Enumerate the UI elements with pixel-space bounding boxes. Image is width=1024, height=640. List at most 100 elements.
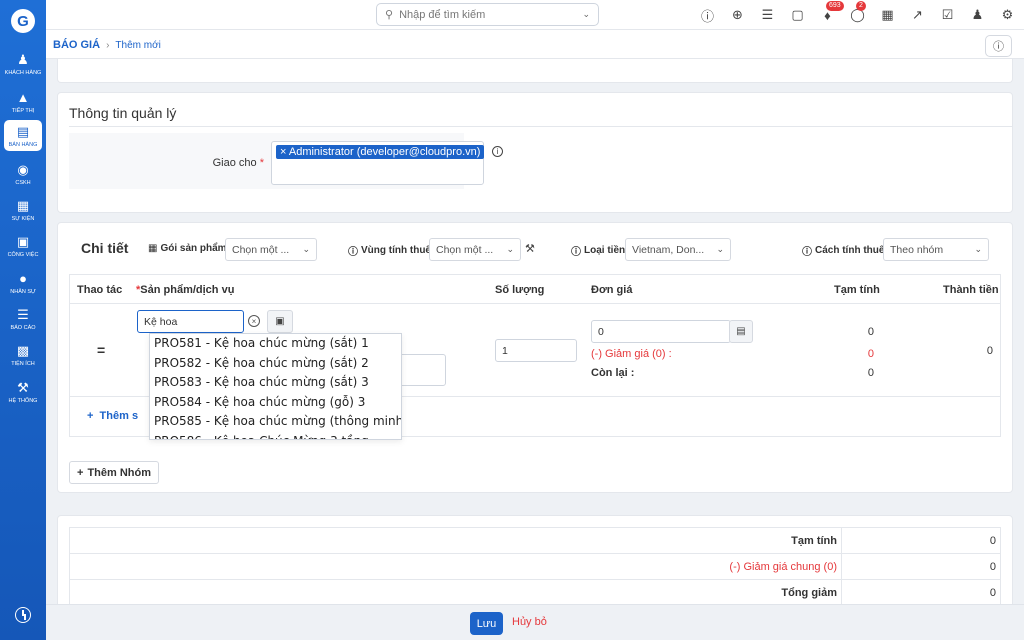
previous-section-card <box>57 59 1013 83</box>
sidebar-item-cskh[interactable]: ◉ CSKH <box>0 161 46 187</box>
discount-label[interactable]: (-) Giảm giá (0) : <box>591 348 672 360</box>
wrench-icon[interactable]: ⚒ <box>525 242 535 255</box>
summary-row: Tạm tính 0 <box>70 528 1000 554</box>
wrench-icon: ⚒ <box>17 379 29 395</box>
search-placeholder: Nhập để tìm kiếm <box>399 8 486 21</box>
assignee-multiselect[interactable]: × Administrator (developer@cloudpro.vn) <box>271 141 485 185</box>
task-icon[interactable]: ▢ <box>789 7 806 24</box>
chevron-down-icon: ⌄ <box>506 244 514 254</box>
section-title: Chi tiết <box>81 240 129 256</box>
col-total: Thành tiền <box>943 284 999 296</box>
info-icon[interactable]: ⓘ <box>699 7 716 24</box>
remaining-value: 0 <box>867 367 874 379</box>
manage-info-card: Thông tin quản lý Giao cho * × Administr… <box>57 92 1013 213</box>
suggestion-item[interactable]: PRO584 - Kệ hoa chúc mừng (gỗ) 3 <box>150 393 401 413</box>
toolbox-icon: ▩ <box>16 342 30 358</box>
user-icon[interactable]: ♟ <box>969 7 986 24</box>
sidebar-item-label: NHÂN SỰ <box>10 289 36 295</box>
breadcrumb-current: Thêm mới <box>115 39 161 51</box>
sidebar-item-tasks[interactable]: ▣ CÔNG VIỆC <box>0 233 46 259</box>
question-icon: ⓘ <box>993 41 1004 53</box>
qty-input[interactable]: 1 <box>495 339 577 362</box>
discount-value: 0 <box>867 348 874 360</box>
price-book-button[interactable]: ▤ <box>729 320 753 343</box>
col-qty: Số lượng <box>495 284 545 296</box>
sidebar-item-reports[interactable]: ☰ BÁO CÁO <box>0 306 46 332</box>
info-icon: ⓘ <box>802 247 812 258</box>
breadcrumb-root[interactable]: BÁO GIÁ <box>53 39 100 51</box>
add-group-button[interactable]: + Thêm Nhóm <box>69 461 159 484</box>
line-items-table: Thao tác *Sản phẩm/dịch vụ Số lượng Đơn … <box>69 274 1001 440</box>
drag-handle-icon[interactable]: = <box>97 342 105 358</box>
chat-icon[interactable]: ◯ 2 <box>849 0 866 24</box>
chevron-down-icon: ⌄ <box>974 244 982 254</box>
detail-card: Chi tiết ▦ Gói sản phẩm Chọn một ... ⌄ ⓘ Vù… <box>57 222 1013 493</box>
plus-icon: + <box>77 466 84 479</box>
suggestion-item[interactable]: PRO583 - Kệ hoa chúc mừng (sắt) 3 <box>150 373 401 393</box>
chat-badge: 2 <box>856 0 866 11</box>
sidebar: G ♟ KHÁCH HÀNG ▲ TIẾP THỊ ▤ BÁN HÀNG ◉ CSKH … <box>0 0 46 640</box>
assignee-tag[interactable]: × Administrator (developer@cloudpro.vn) <box>276 145 485 159</box>
calendar-icon: ▦ <box>16 197 30 213</box>
sidebar-item-label: BÁO CÁO <box>10 325 36 331</box>
notification-icon[interactable]: ♦ 693 <box>819 0 844 24</box>
general-discount-link[interactable]: (-) Giảm giá chung (0) <box>729 561 837 573</box>
chart-icon[interactable]: ↗ <box>909 7 926 24</box>
settings-icon[interactable]: ⚙ <box>999 7 1016 24</box>
lifebuoy-icon: ◉ <box>17 161 29 177</box>
unit-price-input[interactable]: 0 <box>591 320 731 343</box>
assign-field-group: Giao cho * × Administrator (developer@cl… <box>69 133 503 189</box>
clear-icon[interactable]: × <box>248 315 260 327</box>
list-icon[interactable]: ☰ <box>759 7 776 24</box>
cancel-button[interactable]: Hủy bỏ <box>512 616 547 628</box>
summary-row: (-) Giảm giá chung (0) 0 <box>70 554 1000 580</box>
info-icon[interactable]: i <box>492 146 503 157</box>
suggestion-item[interactable]: PRO585 - Kệ hoa chúc mừng (thông minh) <box>150 412 401 432</box>
sidebar-item-label: CSKH <box>15 180 31 186</box>
product-suggestion-dropdown: PRO581 - Kệ hoa chúc mừng (sắt) 1 PRO582… <box>149 333 402 440</box>
sidebar-item-utilities[interactable]: ▩ TIỆN ÍCH <box>0 342 46 368</box>
currency-select[interactable]: Vietnam, Don... ⌄ <box>625 238 731 261</box>
save-button[interactable]: Lưu <box>470 612 503 635</box>
sidebar-item-label: KHÁCH HÀNG <box>4 70 42 76</box>
package-select[interactable]: Chọn một ... ⌄ <box>225 238 317 261</box>
sidebar-item-events[interactable]: ▦ SỰ KIỆN <box>0 197 46 223</box>
col-subtotal: Tạm tính <box>834 284 880 296</box>
sidebar-item-hr[interactable]: ● NHÂN SỰ <box>0 270 46 296</box>
sidebar-item-customers[interactable]: ♟ KHÁCH HÀNG <box>0 51 46 77</box>
assign-label: Giao cho * <box>212 157 264 169</box>
sidebar-item-system[interactable]: ⚒ HỆ THỐNG <box>0 379 46 405</box>
megaphone-icon: ▲ <box>16 89 30 105</box>
product-picker-button[interactable]: ▣ <box>267 310 293 333</box>
sidebar-item-sales[interactable]: ▤ BÁN HÀNG <box>4 120 42 151</box>
divider <box>69 126 1012 127</box>
subtotal-value: 0 <box>867 326 874 338</box>
breadcrumb-bar: BÁO GIÁ › Thêm mới ⓘ <box>46 30 1024 59</box>
add-product-button[interactable]: + Thêm s <box>87 410 138 422</box>
sidebar-item-label: BÁN HÀNG <box>8 142 38 148</box>
app-logo[interactable]: G <box>11 9 35 33</box>
top-bar: ⚲ Nhập để tìm kiếm ⌄ ⓘ ⊕ ☰ ▢ ♦ 693 ◯ 2 ▦ ↗… <box>46 0 1024 30</box>
breadcrumb: BÁO GIÁ › Thêm mới <box>53 39 161 51</box>
calendar-icon[interactable]: ▦ <box>879 7 896 24</box>
col-product: *Sản phẩm/dịch vụ <box>136 284 235 296</box>
assignee-tag-label: Administrator (developer@cloudpro.vn) <box>288 146 481 158</box>
global-search[interactable]: ⚲ Nhập để tìm kiếm ⌄ <box>376 3 599 26</box>
chevron-down-icon: ⌄ <box>582 9 590 19</box>
checkbox-icon[interactable]: ☑ <box>939 7 956 24</box>
summary-card: Tạm tính 0 (-) Giảm giá chung (0) 0 Tổng g… <box>57 515 1013 617</box>
chevron-down-icon: ⌄ <box>716 244 724 254</box>
tax-region-select[interactable]: Chọn một ... ⌄ <box>429 238 521 261</box>
sidebar-item-marketing[interactable]: ▲ TIẾP THỊ <box>0 89 46 115</box>
suggestion-item[interactable]: PRO582 - Kệ hoa chúc mừng (sắt) 2 <box>150 354 401 374</box>
product-search-input[interactable]: Kệ hoa <box>137 310 244 333</box>
filter-label-package: ▦ Gói sản phẩm <box>148 243 227 254</box>
help-button[interactable]: ⓘ <box>985 35 1012 57</box>
suggestion-item[interactable]: PRO581 - Kệ hoa chúc mừng (sắt) 1 <box>150 334 401 354</box>
add-icon[interactable]: ⊕ <box>729 7 746 24</box>
filter-label-currency: ⓘ Loại tiền <box>571 245 626 258</box>
clock-icon[interactable] <box>15 607 31 623</box>
sidebar-item-label: HỆ THỐNG <box>8 398 38 404</box>
tax-method-select[interactable]: Theo nhóm ⌄ <box>883 238 989 261</box>
suggestion-item[interactable]: PRO586 - Kệ hoa Chúc Mừng 3 tầng <box>150 432 401 440</box>
